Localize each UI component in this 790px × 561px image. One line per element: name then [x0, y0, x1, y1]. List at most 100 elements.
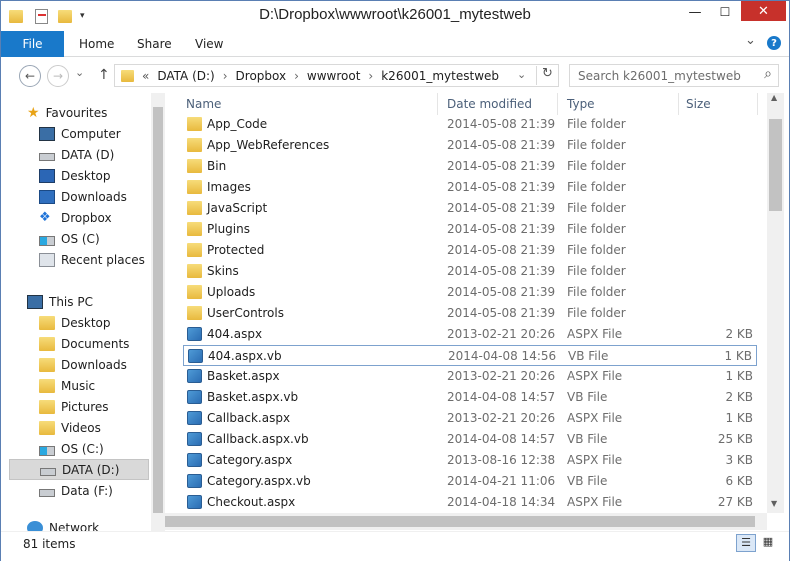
folder-row[interactable]: UserControls 2014-05-08 21:39 File folder — [183, 303, 757, 324]
file-row[interactable]: Basket.aspx.vb 2014-04-08 14:57 VB File 2 K… — [183, 387, 757, 408]
recent-locations-icon[interactable]: ⌄ — [75, 66, 84, 79]
folder-row[interactable]: App_WebReferences 2014-05-08 21:39 File fo… — [183, 135, 757, 156]
nav-favourites[interactable]: ★ Favourites — [27, 102, 107, 123]
search-icon[interactable]: ⌕ — [764, 66, 772, 82]
horizontal-scrollbar[interactable] — [165, 513, 767, 530]
nav-pc-downloads[interactable]: Downloads — [39, 354, 127, 375]
folder-row[interactable]: Uploads 2014-05-08 21:39 File folder — [183, 282, 757, 303]
details-view-button[interactable]: ☰ — [736, 534, 756, 552]
file-date: 2014-04-18 14:34 — [447, 495, 556, 509]
file-date: 2014-05-08 21:39 — [447, 117, 556, 131]
help-icon[interactable]: ? — [767, 36, 781, 50]
address-dropdown-icon[interactable]: ⌄ — [517, 68, 526, 81]
file-type: ASPX File — [567, 327, 623, 341]
crumb-data-d[interactable]: DATA (D:) — [157, 69, 214, 83]
file-date: 2013-02-21 20:26 — [447, 327, 556, 341]
column-divider[interactable] — [437, 93, 438, 115]
forward-button[interactable]: → — [47, 65, 69, 87]
back-button[interactable]: ← — [19, 65, 41, 87]
nav-pc-desktop[interactable]: Desktop — [39, 312, 111, 333]
crumb-sep[interactable]: › — [223, 69, 228, 83]
folder-row[interactable]: Images 2014-05-08 21:39 File folder — [183, 177, 757, 198]
scroll-thumb[interactable] — [165, 516, 755, 527]
vertical-scrollbar[interactable]: ▲ ▼ — [767, 93, 784, 513]
column-name[interactable]: Name — [186, 97, 221, 111]
file-date: 2014-05-08 21:39 — [447, 306, 556, 320]
refresh-icon[interactable]: ↻ — [536, 66, 558, 85]
nav-this-pc[interactable]: This PC — [27, 291, 93, 312]
large-icons-view-button[interactable]: ▦ — [759, 534, 777, 552]
file-icon — [187, 327, 202, 341]
crumb-dropbox[interactable]: Dropbox — [236, 69, 287, 83]
nav-computer[interactable]: Computer — [39, 123, 121, 144]
nav-data-d[interactable]: DATA (D) — [39, 144, 114, 165]
column-divider[interactable] — [757, 93, 758, 115]
nav-pc-data-d[interactable]: DATA (D:) — [9, 459, 149, 480]
crumb-sep[interactable]: › — [368, 69, 373, 83]
nav-pictures[interactable]: Pictures — [39, 396, 109, 417]
folder-row[interactable]: Plugins 2014-05-08 21:39 File folder — [183, 219, 757, 240]
folder-row[interactable]: JavaScript 2014-05-08 21:39 File folder — [183, 198, 757, 219]
column-divider[interactable] — [557, 93, 558, 115]
scroll-down-arrow-icon[interactable]: ▼ — [771, 499, 777, 508]
file-tab[interactable]: File — [1, 31, 64, 57]
scroll-thumb[interactable] — [153, 107, 163, 513]
scroll-up-arrow-icon[interactable]: ▲ — [771, 93, 777, 102]
column-type[interactable]: Type — [567, 97, 595, 111]
crumb-k26001[interactable]: k26001_mytestweb — [381, 69, 499, 83]
nav-data-f[interactable]: Data (F:) — [39, 480, 113, 501]
minimize-button[interactable]: — — [681, 1, 709, 23]
crumb-wwwroot[interactable]: wwwroot — [307, 69, 361, 83]
file-type: File folder — [567, 201, 626, 215]
up-button[interactable]: ↑ — [98, 67, 110, 83]
status-bar: 81 items ☰ ▦ — [1, 531, 789, 561]
column-divider[interactable] — [678, 93, 679, 115]
address-bar[interactable]: « DATA (D:) › Dropbox › wwwroot › k26001… — [114, 64, 559, 87]
nav-downloads[interactable]: Downloads — [39, 186, 127, 207]
folder-row[interactable]: App_Code 2014-05-08 21:39 File folder — [183, 114, 757, 135]
folder-row[interactable]: Skins 2014-05-08 21:39 File folder — [183, 261, 757, 282]
nav-pc-os-c[interactable]: OS (C:) — [39, 438, 104, 459]
file-name: Bin — [207, 159, 227, 173]
search-input[interactable]: Search k26001_mytestweb ⌕ — [569, 64, 779, 87]
close-button[interactable]: ✕ — [741, 1, 786, 21]
maximize-button[interactable]: ☐ — [711, 1, 739, 23]
file-row[interactable]: 404.aspx.vb 2014-04-08 14:56 VB File 1 KB — [183, 345, 757, 366]
folder-row[interactable]: Protected 2014-05-08 21:39 File folder — [183, 240, 757, 261]
nav-videos[interactable]: Videos — [39, 417, 101, 438]
column-date-modified[interactable]: Date modified — [447, 97, 532, 111]
file-icon — [187, 411, 202, 425]
folder-icon — [187, 222, 202, 236]
ribbon: File Home Share View ⌄ ? — [1, 31, 789, 57]
file-date: 2013-08-16 12:38 — [447, 453, 556, 467]
file-type: ASPX File — [567, 369, 623, 383]
file-icon — [187, 495, 202, 509]
expand-ribbon-icon[interactable]: ⌄ — [745, 33, 756, 48]
nav-desktop[interactable]: Desktop — [39, 165, 111, 186]
folder-icon — [121, 69, 134, 82]
tab-home[interactable]: Home — [79, 37, 114, 51]
nav-os-c[interactable]: OS (C) — [39, 228, 100, 249]
tab-share[interactable]: Share — [137, 37, 172, 51]
file-row[interactable]: 404.aspx 2013-02-21 20:26 ASPX File 2 KB — [183, 324, 757, 345]
address-overflow[interactable]: « — [142, 69, 149, 83]
nav-recent-places[interactable]: Recent places — [39, 249, 145, 270]
tab-view[interactable]: View — [195, 37, 223, 51]
scroll-thumb[interactable] — [769, 119, 782, 211]
file-row[interactable]: Callback.aspx.vb 2014-04-08 14:57 VB File 2… — [183, 429, 757, 450]
crumb-sep[interactable]: › — [294, 69, 299, 83]
column-size[interactable]: Size — [686, 97, 711, 111]
file-row[interactable]: Category.aspx 2013-08-16 12:38 ASPX File 3 … — [183, 450, 757, 471]
file-row[interactable]: Callback.aspx 2013-02-21 20:26 ASPX File 1 … — [183, 408, 757, 429]
folder-row[interactable]: Bin 2014-05-08 21:39 File folder — [183, 156, 757, 177]
navigation-scrollbar[interactable] — [151, 93, 165, 533]
file-row[interactable]: Checkout.aspx 2014-04-18 14:34 ASPX File 27… — [183, 492, 757, 513]
folder-icon — [187, 117, 202, 131]
file-name: Images — [207, 180, 251, 194]
sort-arrow-icon: ^ — [305, 93, 314, 100]
nav-dropbox[interactable]: ❖ Dropbox — [39, 207, 112, 228]
file-row[interactable]: Category.aspx.vb 2014-04-21 11:06 VB File 6… — [183, 471, 757, 492]
nav-music[interactable]: Music — [39, 375, 95, 396]
file-row[interactable]: Basket.aspx 2013-02-21 20:26 ASPX File 1 KB — [183, 366, 757, 387]
nav-documents[interactable]: Documents — [39, 333, 129, 354]
